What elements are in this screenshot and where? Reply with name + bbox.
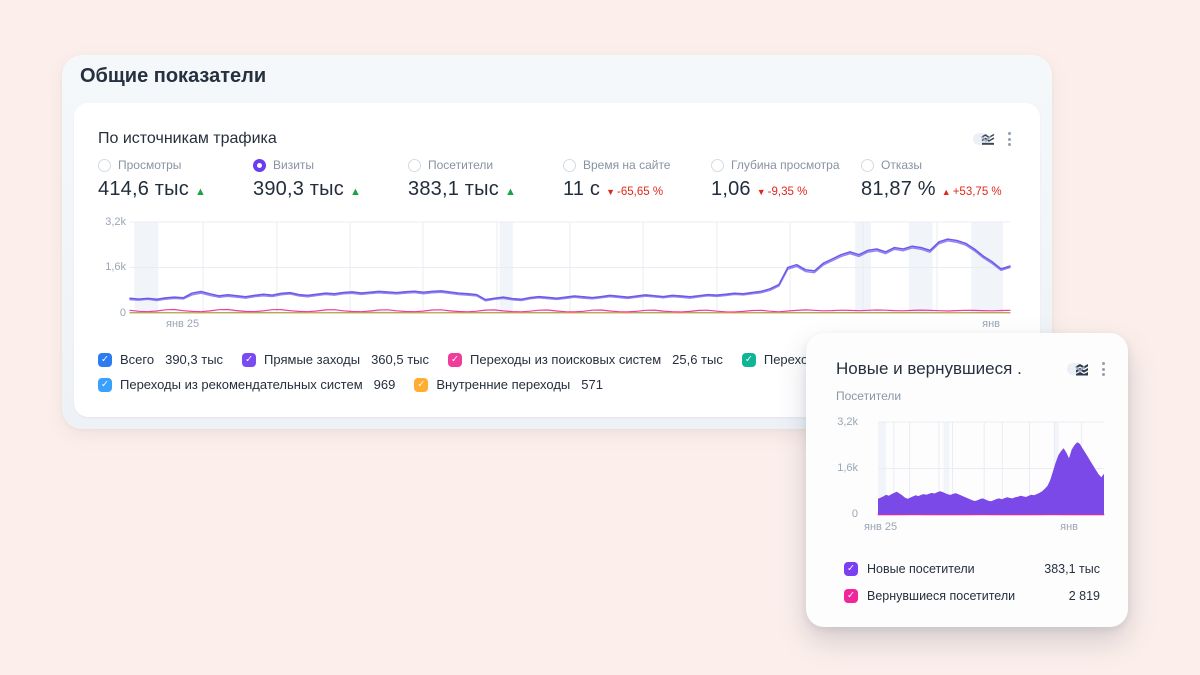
legend-value: 2 819 bbox=[1068, 588, 1100, 603]
metric-value: 414,6 тыс bbox=[98, 178, 189, 200]
legend-label: Переходы из поисковых систем bbox=[470, 352, 662, 367]
legend-checkbox[interactable]: ✓ bbox=[414, 377, 429, 392]
metric-label: Время на сайте bbox=[583, 158, 671, 172]
panel-title: Общие показатели bbox=[80, 65, 267, 87]
visitors-chart-plot[interactable] bbox=[877, 421, 1105, 516]
legend-checkbox[interactable]: ✓ bbox=[448, 352, 463, 367]
legend-value: 969 bbox=[373, 377, 396, 392]
card-title: По источникам трафика bbox=[98, 130, 277, 147]
kebab-menu-icon[interactable] bbox=[1097, 358, 1110, 380]
y-tick: 0 bbox=[119, 307, 126, 319]
y-tick: 3,2k bbox=[837, 416, 858, 428]
legend-item[interactable]: ✓ Переходы из поисковых систем 25,6 тыс bbox=[448, 352, 723, 367]
metric-Время на сайте[interactable]: Время на сайте 11 с ▼ -65,65 % bbox=[563, 157, 711, 201]
metric-value: 390,3 тыс bbox=[253, 178, 344, 200]
legend-checkbox[interactable]: ✓ bbox=[98, 352, 112, 367]
legend-item[interactable]: ✓ Прямые заходы 360,5 тыс bbox=[242, 352, 429, 367]
metric-value: 11 с bbox=[563, 178, 601, 200]
metric-label: Посетители bbox=[428, 158, 494, 172]
metric-label: Глубина просмотра bbox=[731, 158, 840, 172]
metric-label: Визиты bbox=[273, 158, 315, 172]
metric-delta: ▼ -9,35 % bbox=[756, 186, 808, 198]
legend-checkbox[interactable]: ✓ bbox=[98, 377, 112, 392]
legend-value: 390,3 тыс bbox=[165, 352, 224, 367]
chevron-down-icon bbox=[1075, 366, 1085, 372]
trend-down-icon: ▼ bbox=[756, 187, 766, 197]
legend-checkbox[interactable]: ✓ bbox=[844, 561, 858, 576]
trend-up-icon: ▲ bbox=[194, 186, 206, 198]
legend-value: 25,6 тыс bbox=[672, 352, 723, 367]
legend-label: Новые посетители bbox=[867, 561, 975, 576]
trend-up-icon: ▲ bbox=[941, 187, 951, 197]
legend-label: Вернувшиеся посетители bbox=[867, 588, 1016, 603]
chart-type-button[interactable] bbox=[973, 133, 995, 145]
metric-Глубина просмотра[interactable]: Глубина просмотра 1,06 ▼ -9,35 % bbox=[711, 157, 861, 201]
legend-value: 360,5 тыс bbox=[371, 352, 430, 367]
metric-radio[interactable] bbox=[563, 158, 576, 172]
legend-checkbox[interactable]: ✓ bbox=[242, 352, 257, 367]
metric-Посетители[interactable]: Посетители 383,1 тыс ▲ bbox=[408, 157, 563, 201]
metric-Визиты[interactable]: Визиты 390,3 тыс ▲ bbox=[253, 157, 408, 201]
legend-item[interactable]: ✓ Новые посетители 383,1 тыс bbox=[844, 555, 1100, 582]
legend-label: Переходы из рекомендательных систем bbox=[120, 377, 363, 392]
kebab-menu-icon[interactable] bbox=[1003, 128, 1016, 150]
card-title: Новые и вернувшиеся ... bbox=[836, 359, 1021, 378]
legend-checkbox[interactable]: ✓ bbox=[741, 352, 756, 367]
chart-type-button[interactable] bbox=[1067, 363, 1088, 375]
legend-item[interactable]: ✓ Внутренние переходы 571 bbox=[414, 377, 603, 392]
metric-value: 383,1 тыс bbox=[408, 178, 499, 200]
legend-checkbox[interactable]: ✓ bbox=[844, 588, 858, 603]
metric-label: Отказы bbox=[881, 158, 923, 172]
y-tick: 1,6k bbox=[837, 462, 858, 474]
metric-radio[interactable] bbox=[253, 158, 266, 172]
metric-value: 1,06 bbox=[711, 178, 751, 200]
legend-item[interactable]: ✓ Вернувшиеся посетители 2 819 bbox=[844, 582, 1100, 609]
x-tick: янв bbox=[982, 318, 1000, 330]
legend-item[interactable]: ✓ Переходы из рекомендательных систем 969 bbox=[98, 377, 395, 392]
legend-item[interactable]: ✓ Всего 390,3 тыс bbox=[98, 352, 223, 367]
legend-label: Прямые заходы bbox=[264, 352, 361, 367]
metric-radio[interactable] bbox=[408, 158, 421, 172]
metric-delta: ▲ +53,75 % bbox=[941, 186, 1002, 198]
legend-value: 571 bbox=[581, 377, 603, 392]
metric-Отказы[interactable]: Отказы 81,87 % ▲ +53,75 % bbox=[861, 157, 1010, 201]
legend-label: Всего bbox=[120, 352, 155, 367]
traffic-chart-plot[interactable] bbox=[129, 221, 1011, 314]
trend-up-icon: ▲ bbox=[349, 186, 361, 198]
legend-value: 383,1 тыс bbox=[1044, 561, 1100, 576]
legend-label: Внутренние переходы bbox=[436, 377, 571, 392]
y-tick: 1,6k bbox=[105, 261, 126, 273]
card-subtitle: Посетители bbox=[836, 389, 902, 403]
metrics-row: Просмотры 414,6 тыс ▲ Визиты 390,3 тыс ▲ П… bbox=[98, 157, 1030, 201]
x-tick: янв bbox=[1060, 521, 1078, 533]
trend-down-icon: ▼ bbox=[606, 187, 616, 197]
metric-delta: ▼ -65,65 % bbox=[606, 186, 664, 198]
chevron-down-icon bbox=[981, 136, 991, 142]
metric-value: 81,87 % bbox=[861, 178, 936, 200]
metric-label: Просмотры bbox=[118, 158, 182, 172]
visitors-legend: ✓ Новые посетители 383,1 тыс ✓ Вернувшиес… bbox=[844, 555, 1100, 609]
metric-radio[interactable] bbox=[711, 158, 724, 172]
new-returning-visitors-card: Новые и вернувшиеся ... Посетители 3,2k … bbox=[806, 333, 1128, 627]
metric-radio[interactable] bbox=[98, 158, 111, 172]
metric-radio[interactable] bbox=[861, 158, 874, 172]
x-tick: янв 25 bbox=[864, 521, 898, 533]
x-tick: янв 25 bbox=[166, 318, 200, 330]
y-tick: 0 bbox=[851, 508, 858, 520]
y-tick: 3,2k bbox=[105, 216, 126, 228]
metric-Просмотры[interactable]: Просмотры 414,6 тыс ▲ bbox=[98, 157, 253, 201]
trend-up-icon: ▲ bbox=[504, 186, 516, 198]
